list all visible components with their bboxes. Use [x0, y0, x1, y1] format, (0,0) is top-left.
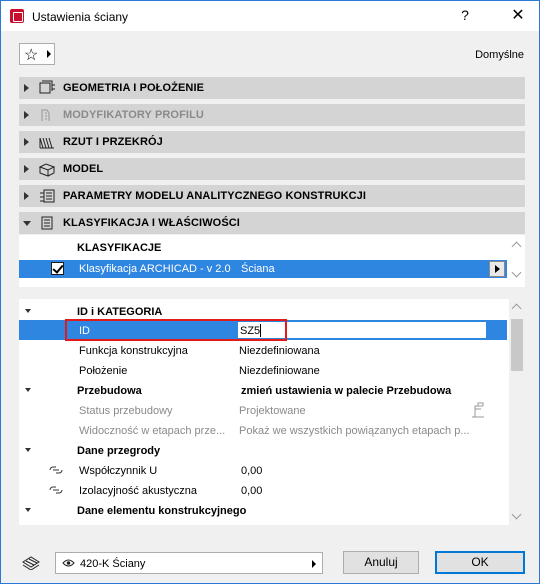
- group-partition[interactable]: Dane przegrody: [19, 440, 507, 460]
- window-title: Ustawienia ściany: [32, 10, 129, 24]
- property-name: Izolacyjność akustyczna: [79, 485, 197, 497]
- archicad-app-icon: [10, 9, 24, 23]
- properties-scrollbar[interactable]: [509, 299, 525, 525]
- collapse-triangle-icon: [25, 388, 31, 392]
- property-row[interactable]: Widoczność w etapach prze... Pokaż we ws…: [19, 420, 507, 440]
- property-name: Położenie: [79, 365, 128, 377]
- profile-modifier-icon: [41, 109, 50, 121]
- scroll-down-icon[interactable]: [511, 509, 522, 520]
- classification-icon: [41, 216, 53, 230]
- group-renovation[interactable]: Przebudowa zmień ustawienia w palecie Pr…: [19, 380, 507, 400]
- scroll-up-icon[interactable]: [511, 303, 522, 314]
- classification-list: KLASYFIKACJE Klasyfikacja ARCHICAD - v 2…: [19, 235, 525, 287]
- eye-icon: [62, 559, 75, 567]
- classification-select-button[interactable]: [489, 261, 505, 277]
- layer-select[interactable]: 420-K Ściany: [55, 552, 323, 574]
- panel-classification[interactable]: KLASYFIKACJA I WŁAŚCIWOŚCI: [19, 212, 525, 234]
- property-row[interactable]: Funkcja konstrukcyjna Niezdefiniowana: [19, 340, 507, 360]
- collapse-triangle-icon: [25, 508, 31, 512]
- collapse-triangle-icon: [23, 221, 31, 226]
- property-value: Pokaż we wszystkich powiązanych etapach …: [239, 425, 470, 437]
- property-name: Status przebudowy: [79, 405, 173, 417]
- layer-icon: [22, 556, 40, 570]
- property-value[interactable]: 0,00: [241, 465, 262, 477]
- expand-triangle-icon: [24, 192, 29, 200]
- star-icon: ☆: [24, 47, 39, 64]
- classification-title: KLASYFIKACJE: [77, 242, 162, 254]
- link-icon: [49, 466, 63, 474]
- arrow-right-icon: [312, 560, 316, 568]
- panel-geometry[interactable]: GEOMETRIA I POŁOŻENIE: [19, 77, 525, 99]
- property-name: Funkcja konstrukcyjna: [79, 345, 188, 357]
- properties-list: ID i KATEGORIA ID SZ5 Funkcja konstrukcy…: [19, 299, 525, 525]
- property-row[interactable]: Współczynnik U 0,00: [19, 460, 507, 480]
- panel-label: KLASYFIKACJA I WŁAŚCIWOŚCI: [63, 217, 240, 229]
- scroll-up-icon[interactable]: [511, 241, 522, 252]
- renovation-icon: [472, 402, 484, 418]
- scroll-thumb[interactable]: [511, 319, 523, 371]
- highlight-box: [65, 319, 287, 341]
- arrow-right-icon: [47, 50, 51, 58]
- panel-label: MODEL: [63, 163, 104, 175]
- group-title: Dane przegrody: [77, 445, 161, 457]
- classification-name: Klasyfikacja ARCHICAD - v 2.0: [79, 263, 231, 275]
- panel-floor-plan[interactable]: RZUT I PRZEKRÓJ: [19, 131, 525, 153]
- property-row[interactable]: Izolacyjność akustyczna 0,00: [19, 480, 507, 500]
- favorites-button[interactable]: ☆: [19, 43, 55, 65]
- property-name: Współczynnik U: [79, 465, 158, 477]
- property-row[interactable]: Położenie Niezdefiniowane: [19, 360, 507, 380]
- property-value[interactable]: Niezdefiniowane: [239, 365, 320, 377]
- collapse-triangle-icon: [25, 448, 31, 452]
- group-title-value: zmień ustawienia w palecie Przebudowa: [241, 385, 452, 397]
- ok-button[interactable]: OK: [435, 551, 525, 574]
- model-icon: [38, 163, 56, 177]
- default-label: Domyślne: [475, 49, 524, 61]
- property-name: Widoczność w etapach prze...: [79, 425, 226, 437]
- panel-label: PARAMETRY MODELU ANALITYCZNEGO KONSTRUKC…: [63, 190, 367, 202]
- group-title: ID i KATEGORIA: [77, 306, 163, 318]
- panel-label: GEOMETRIA I POŁOŻENIE: [63, 82, 205, 94]
- scroll-down-icon[interactable]: [511, 267, 522, 278]
- expand-triangle-icon: [24, 165, 29, 173]
- panel-label: RZUT I PRZEKRÓJ: [63, 136, 163, 148]
- classification-value: Ściana: [241, 263, 275, 275]
- classification-scrollbar[interactable]: [509, 235, 525, 287]
- collapse-triangle-icon: [25, 309, 31, 313]
- group-title: Przebudowa: [77, 385, 142, 397]
- property-value[interactable]: Niezdefiniowana: [239, 345, 320, 357]
- panel-profile-modifiers[interactable]: MODYFIKATORY PROFILU: [19, 104, 525, 126]
- property-row[interactable]: Status przebudowy Projektowane: [19, 400, 507, 420]
- settings-dialog: Ustawienia ściany ? ✕ ☆ Domyślne GEOMETR…: [0, 0, 540, 584]
- geometry-icon: [39, 80, 55, 94]
- panel-label: MODYFIKATORY PROFILU: [63, 109, 204, 121]
- expand-triangle-icon: [24, 84, 29, 92]
- link-icon: [49, 486, 63, 494]
- layer-select-value: 420-K Ściany: [80, 558, 146, 570]
- cancel-button[interactable]: Anuluj: [343, 551, 419, 574]
- property-value[interactable]: 0,00: [241, 485, 262, 497]
- classification-checkbox[interactable]: [51, 262, 64, 275]
- help-button[interactable]: ?: [453, 7, 477, 25]
- close-button[interactable]: ✕: [506, 5, 530, 25]
- group-structural[interactable]: Dane elementu konstrukcyjnego: [19, 500, 507, 520]
- floor-plan-icon: [39, 137, 54, 149]
- expand-triangle-icon: [24, 138, 29, 146]
- group-id-category[interactable]: ID i KATEGORIA: [19, 301, 507, 321]
- title-bar: Ustawienia ściany ? ✕: [1, 1, 539, 31]
- expand-triangle-icon: [24, 111, 29, 119]
- structural-analytical-icon: [40, 189, 55, 203]
- panel-structural-analytical[interactable]: PARAMETRY MODELU ANALITYCZNEGO KONSTRUKC…: [19, 185, 525, 207]
- property-value: Projektowane: [239, 405, 306, 417]
- group-title: Dane elementu konstrukcyjnego: [77, 505, 247, 517]
- classification-row[interactable]: Klasyfikacja ARCHICAD - v 2.0 Ściana: [19, 260, 507, 278]
- panel-model[interactable]: MODEL: [19, 158, 525, 180]
